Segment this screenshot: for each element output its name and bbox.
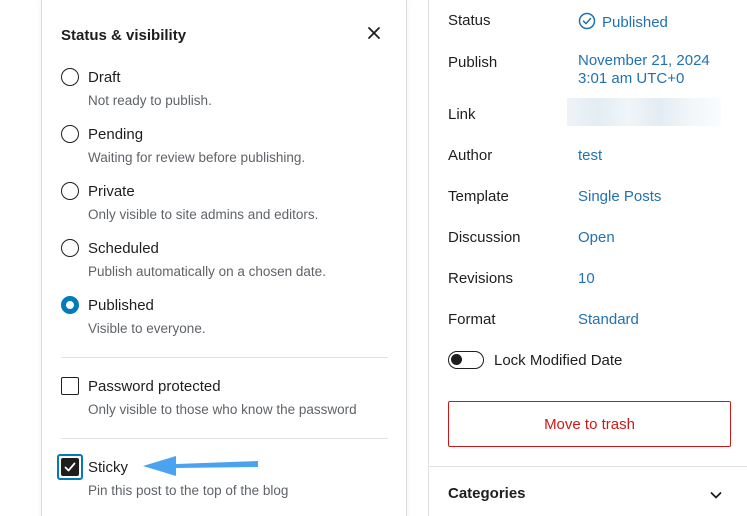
popover-title: Status & visibility (61, 27, 187, 44)
status-value-text: Published (602, 14, 668, 31)
checkmark-icon (64, 462, 76, 472)
option-label: Scheduled (88, 240, 159, 257)
publish-label: Publish (448, 54, 498, 71)
format-value[interactable]: Standard (578, 311, 639, 329)
close-icon[interactable] (365, 24, 383, 42)
annotation-arrow-icon (143, 456, 258, 476)
publish-time: 3:01 am UTC+0 (578, 70, 685, 87)
link-label: Link (448, 106, 476, 123)
option-hint: Waiting for review before publishing. (88, 150, 306, 165)
checkbox-password[interactable] (61, 377, 79, 395)
radio-private[interactable] (61, 182, 79, 200)
radio-scheduled[interactable] (61, 239, 79, 257)
format-label: Format (448, 311, 496, 328)
option-label: Published (88, 297, 154, 314)
lock-modified-label: Lock Modified Date (494, 352, 623, 369)
status-label: Status (448, 12, 491, 29)
author-label: Author (448, 147, 493, 164)
link-value-redacted[interactable] (567, 98, 721, 126)
discussion-value[interactable]: Open (578, 229, 615, 247)
categories-panel-title[interactable]: Categories (448, 485, 526, 502)
lock-modified-toggle[interactable] (448, 351, 484, 369)
published-check-icon (578, 12, 596, 30)
divider (429, 466, 747, 467)
option-label: Draft (88, 69, 121, 86)
revisions-value[interactable]: 10 (578, 270, 595, 288)
publish-date: November 21, 2024 (578, 52, 710, 69)
option-hint: Not ready to publish. (88, 93, 212, 108)
radio-pending[interactable] (61, 125, 79, 143)
publish-date-button[interactable]: November 21, 2024 3:01 am UTC+0 (578, 52, 710, 88)
option-hint: Publish automatically on a chosen date. (88, 264, 326, 279)
option-hint: Visible to everyone. (88, 321, 206, 336)
radio-published[interactable] (61, 296, 79, 314)
status-value[interactable]: Published (578, 12, 668, 32)
option-hint: Only visible to those who know the passw… (88, 402, 357, 417)
toggle-knob (451, 354, 462, 365)
checkbox-sticky[interactable] (61, 458, 79, 476)
option-label: Pending (88, 126, 144, 143)
author-value[interactable]: test (578, 147, 602, 165)
template-label: Template (448, 188, 509, 205)
option-label: Password protected (88, 378, 221, 395)
divider (61, 357, 388, 358)
option-label: Private (88, 183, 135, 200)
chevron-down-icon[interactable] (708, 487, 724, 503)
post-settings-sidebar: Status Published Publish November 21, 20… (428, 0, 747, 516)
radio-draft[interactable] (61, 68, 79, 86)
option-label: Sticky (88, 459, 129, 476)
discussion-label: Discussion (448, 229, 521, 246)
revisions-label: Revisions (448, 270, 514, 287)
option-hint: Only visible to site admins and editors. (88, 207, 319, 222)
status-visibility-popover: Status & visibility Draft Not ready to p… (41, 0, 407, 516)
move-to-trash-button[interactable]: Move to trash (448, 401, 731, 447)
divider (61, 438, 388, 439)
template-value[interactable]: Single Posts (578, 188, 661, 206)
editor-stage: Status & visibility Draft Not ready to p… (0, 0, 747, 516)
option-hint: Pin this post to the top of the blog (88, 483, 289, 498)
